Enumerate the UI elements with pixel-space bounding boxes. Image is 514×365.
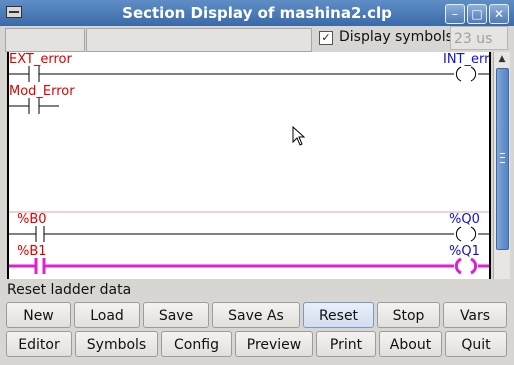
save-button[interactable]: Save xyxy=(143,302,209,328)
reset-button[interactable]: Reset xyxy=(303,302,374,328)
stop-button[interactable]: Stop xyxy=(377,302,440,328)
section-field[interactable] xyxy=(5,28,85,52)
quit-button[interactable]: Quit xyxy=(445,331,507,357)
scrollbar-thumb[interactable] xyxy=(496,68,509,250)
ladder-canvas[interactable]: EXT_error INT_errt Mod_Error %B0 %Q0 %B1… xyxy=(7,52,491,279)
maximize-icon[interactable]: □ xyxy=(467,4,487,24)
coil-q1[interactable] xyxy=(454,257,462,275)
contact-label-b1: %B1 xyxy=(17,244,47,259)
vertical-scrollbar[interactable]: ▲ xyxy=(493,52,510,279)
rung-3: %B1 %Q1 xyxy=(9,244,489,275)
section-name-field[interactable] xyxy=(86,28,312,52)
coil-q0[interactable] xyxy=(455,226,462,242)
mouse-cursor-icon xyxy=(292,126,306,146)
display-symbols-label: Display symbols xyxy=(339,29,453,45)
print-button[interactable]: Print xyxy=(316,331,376,357)
display-symbols-checkbox[interactable]: ✓ xyxy=(319,31,333,45)
load-button[interactable]: Load xyxy=(74,302,140,328)
editor-button[interactable]: Editor xyxy=(6,331,72,357)
contact-label-ext-error: EXT_error xyxy=(9,52,72,67)
coil-label-q1: %Q1 xyxy=(449,244,480,259)
status-text: Reset ladder data xyxy=(7,282,132,298)
vars-button[interactable]: Vars xyxy=(443,302,507,328)
coil-int-errt[interactable] xyxy=(455,66,462,82)
config-button[interactable]: Config xyxy=(161,331,232,357)
coil-label-int-errt: INT_errt xyxy=(443,52,491,67)
coil-label-q0: %Q0 xyxy=(449,212,480,227)
save-as-button[interactable]: Save As xyxy=(212,302,300,328)
ladder-diagram: EXT_error INT_errt Mod_Error %B0 %Q0 %B1… xyxy=(9,52,491,275)
rung-2: %B0 %Q0 xyxy=(9,212,489,242)
cycle-time-field: 23 us xyxy=(450,26,508,50)
symbols-button[interactable]: Symbols xyxy=(75,331,158,357)
scrollbar-grip-icon xyxy=(500,153,505,163)
contact-label-b0: %B0 xyxy=(17,212,47,227)
about-button[interactable]: About xyxy=(379,331,442,357)
scroll-up-icon[interactable]: ▲ xyxy=(494,52,510,66)
preview-button[interactable]: Preview xyxy=(235,331,313,357)
minimize-icon[interactable]: – xyxy=(445,4,465,24)
rung-1: EXT_error INT_errt Mod_Error xyxy=(9,52,491,114)
contact-label-mod-error: Mod_Error xyxy=(9,84,75,99)
new-button[interactable]: New xyxy=(6,302,71,328)
title-bar: Section Display of mashina2.clp – □ ✕ xyxy=(0,0,514,26)
close-icon[interactable]: ✕ xyxy=(489,4,509,24)
window-title: Section Display of mashina2.clp xyxy=(122,4,392,22)
